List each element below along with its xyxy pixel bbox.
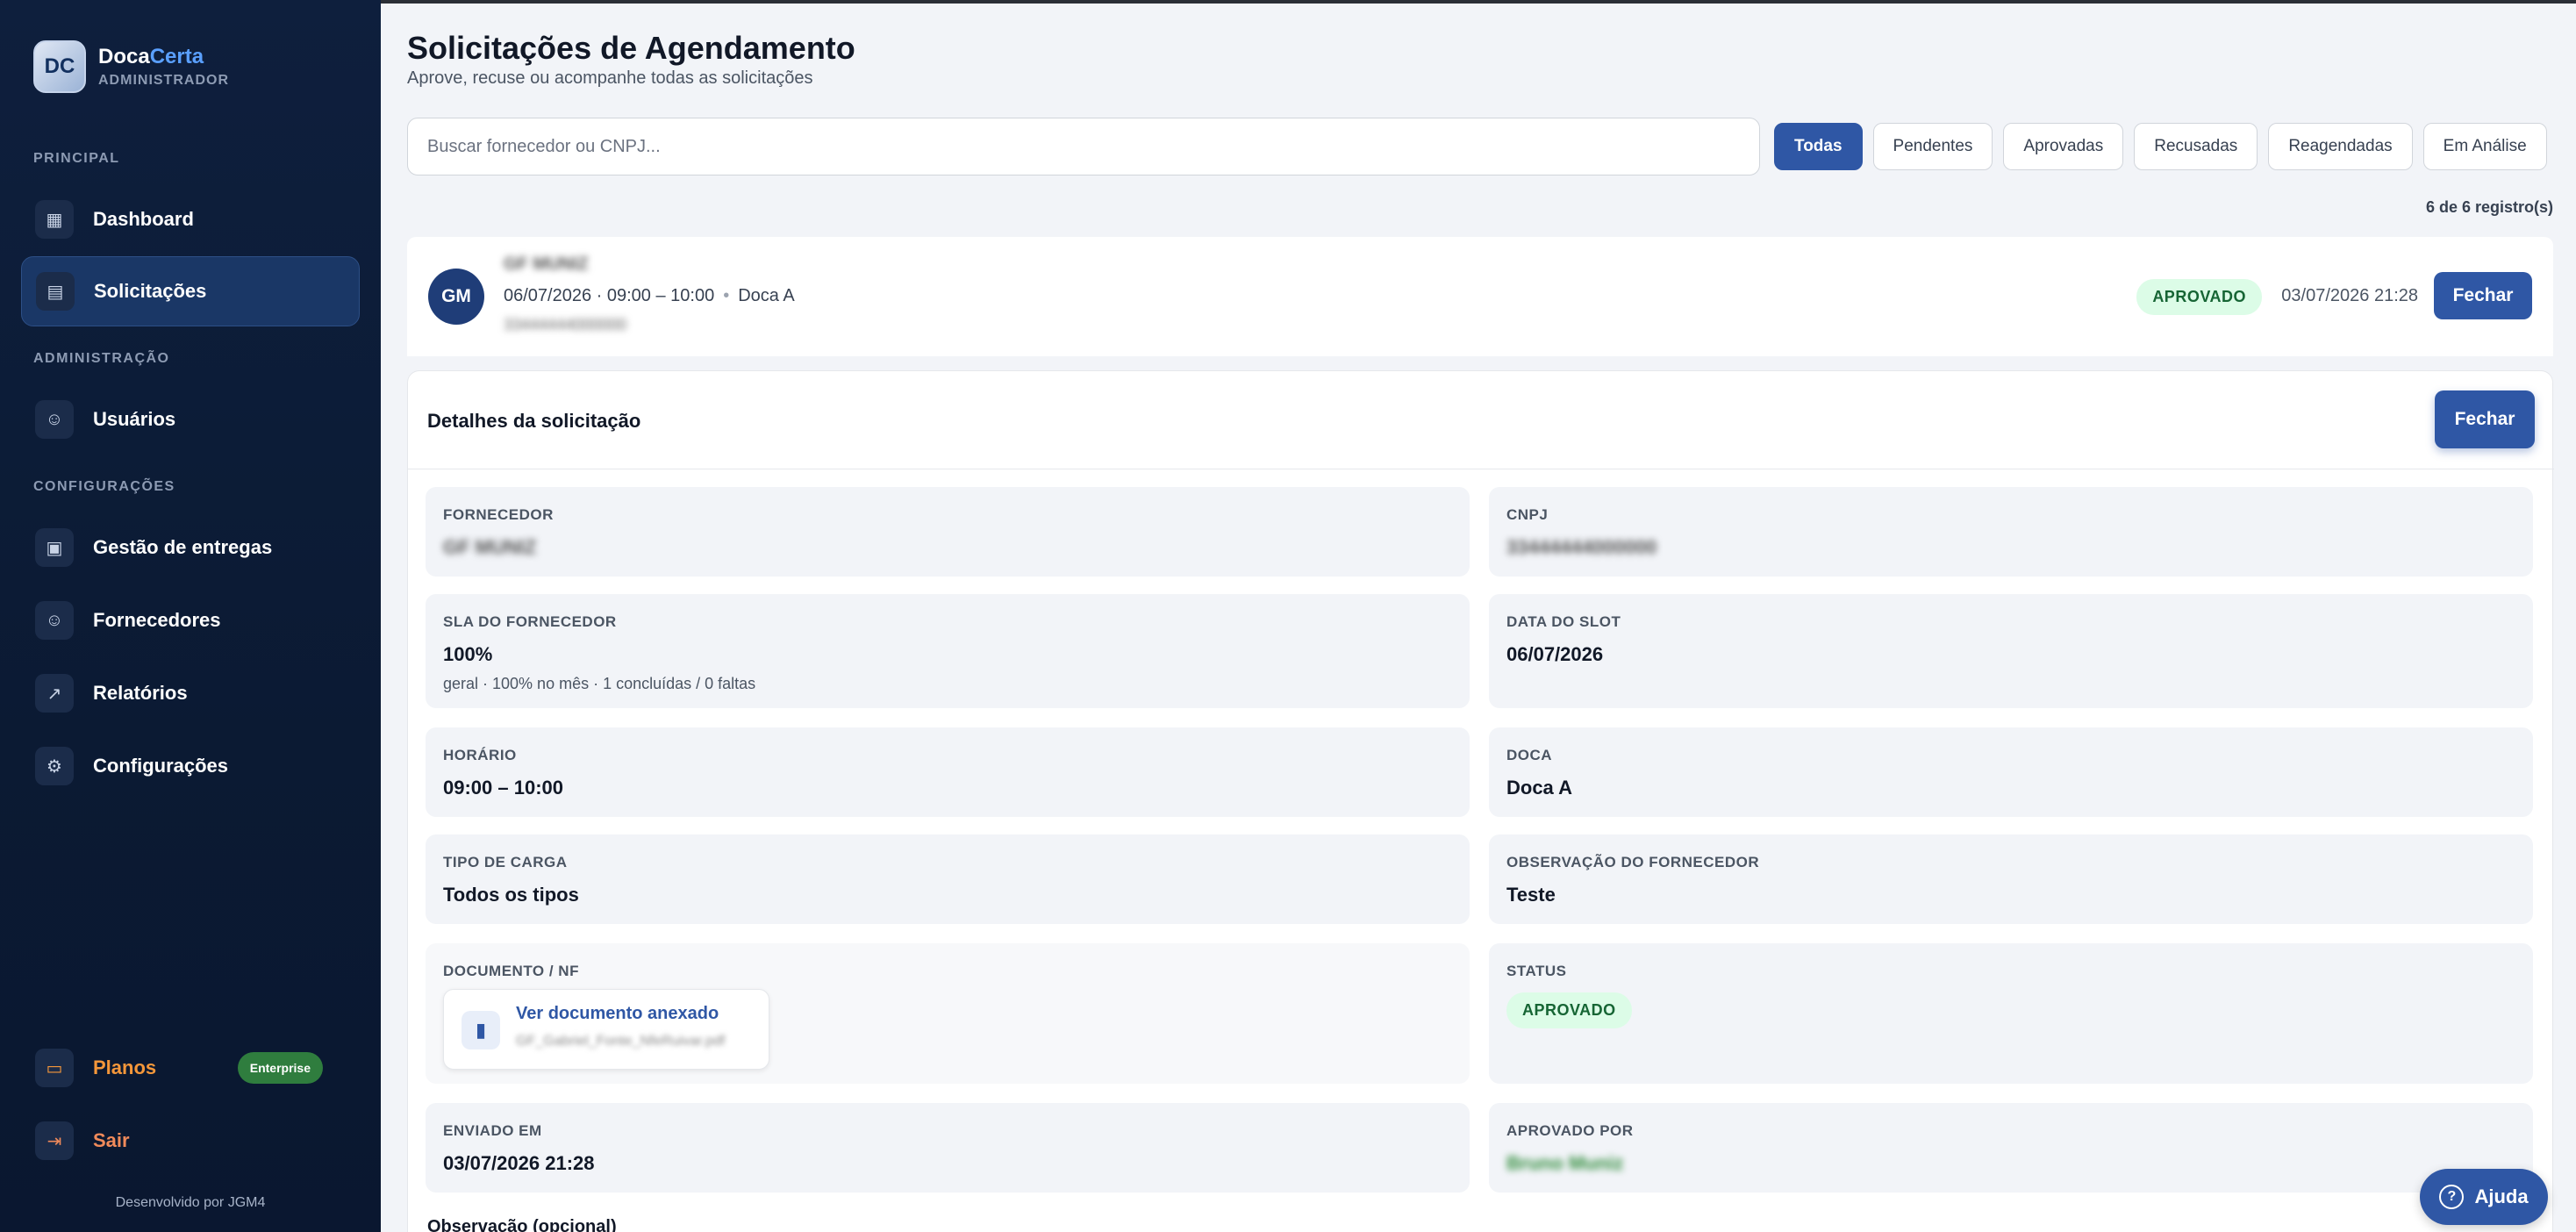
credit: Desenvolvido por JGM4 [115,1195,266,1210]
sidebar-item-sair[interactable]: ⇥ Sair [21,1106,360,1176]
sidebar-item-gestao-entregas[interactable]: ▣ Gestão de entregas [21,512,360,583]
field-fornecedor: FORNECEDOR GF MUNIZ [426,487,1470,577]
window-top-border [0,0,2576,4]
sidebar-item-planos[interactable]: ▭ Planos Enterprise [21,1033,360,1103]
request-card[interactable]: GM GF MUNIZ 06/07/2026 · 09:00 – 10:00 • D… [407,237,2553,356]
sidebar: DC DocaCerta ADMINISTRADOR PRINCIPAL ▦ D… [0,0,381,1232]
search-input[interactable] [407,118,1760,175]
observacao-value: Teste [1506,884,1556,906]
sidebar-item-dashboard[interactable]: ▦ Dashboard [21,184,360,254]
brand-role: ADMINISTRADOR [98,73,229,88]
file-icon: ▮ [462,1011,500,1049]
close-details-button[interactable]: Fechar [2435,390,2535,448]
doca-value: Doca A [1506,777,1572,799]
avatar: GM [428,269,484,325]
filter-recusadas[interactable]: Recusadas [2134,123,2258,170]
record-count: 6 de 6 registro(s) [2425,198,2553,216]
supplier-name: GF MUNIZ [504,254,589,274]
sidebar-item-usuarios[interactable]: ☺ Usuários [21,384,360,455]
aprovado-por-value: Bruno Muniz [1506,1152,1624,1174]
page-title: Solicitações de Agendamento [407,30,855,66]
section-administracao: ADMINISTRAÇÃO [33,351,170,366]
help-button[interactable]: ? Ajuda [2420,1169,2548,1225]
document-icon: ▤ [36,272,75,311]
filter-reagendadas[interactable]: Reagendadas [2268,123,2413,170]
details-panel: Detalhes da solicitação Fechar FORNECEDO… [407,370,2554,1232]
logout-icon: ⇥ [35,1121,74,1160]
plan-badge: Enterprise [237,1052,323,1084]
users-icon: ☺ [35,400,74,439]
close-request-button[interactable]: Fechar [2434,272,2532,319]
filter-aprovadas[interactable]: Aprovadas [2003,123,2124,170]
request-meta: 06/07/2026 · 09:00 – 10:00 • Doca A [504,286,795,306]
grid-icon: ▦ [35,200,74,239]
help-icon: ? [2439,1185,2465,1209]
sidebar-item-fornecedores[interactable]: ☺ Fornecedores [21,585,360,655]
calendar-icon: ▣ [35,528,74,567]
tipo-carga-value: Todos os tipos [443,884,579,906]
view-document-link[interactable]: Ver documento anexado [516,1004,719,1024]
field-documento: DOCUMENTO / NF ▮ Ver documento anexado G… [426,943,1470,1084]
gear-icon: ⚙ [35,747,74,785]
field-status: STATUS APROVADO [1489,943,2533,1084]
field-cnpj: CNPJ 33444444000000 [1489,487,2533,577]
details-title: Detalhes da solicitação [427,410,641,432]
chart-icon: ↗ [35,674,74,713]
credit-card-icon: ▭ [35,1049,74,1087]
supplier-cnpj: 33444444000000 [504,316,627,333]
request-dock: Doca A [738,286,795,305]
page-subtitle: Aprove, recuse ou acompanhe todas as sol… [407,68,813,88]
filter-em-analise[interactable]: Em Análise [2422,123,2547,170]
separator-dot: • [723,286,730,305]
field-aprovado-por: APROVADO POR Bruno Muniz [1489,1103,2533,1193]
status-badge: APROVADO [2136,279,2262,315]
sidebar-item-solicitacoes[interactable]: ▤ Solicitações [21,256,360,326]
data-slot-value: 06/07/2026 [1506,643,1604,665]
status-badge: APROVADO [1506,992,1632,1028]
details-header: Detalhes da solicitação Fechar [408,371,2554,469]
sla-details: geral · 100% no mês · 1 concluídas / 0 f… [443,675,756,692]
observacao-label: Observação (opcional) [427,1217,617,1232]
sidebar-item-relatorios[interactable]: ↗ Relatórios [21,658,360,728]
section-configuracoes: CONFIGURAÇÕES [33,479,175,494]
sidebar-item-configuracoes[interactable]: ⚙ Configurações [21,731,360,801]
field-horario: HORÁRIO 09:00 – 10:00 [426,727,1470,817]
fornecedor-value: GF MUNIZ [443,536,537,558]
section-principal: PRINCIPAL [33,151,120,166]
brand-name: DocaCerta [98,45,204,68]
request-slot: 06/07/2026 · 09:00 – 10:00 [504,286,715,305]
sla-value: 100% [443,643,493,665]
field-sla: SLA DO FORNECEDOR 100% geral · 100% no m… [426,594,1470,708]
horario-value: 09:00 – 10:00 [443,777,563,799]
field-observacao-fornecedor: OBSERVAÇÃO DO FORNECEDOR Teste [1489,834,2533,924]
filter-tabs: Todas Pendentes Aprovadas Recusadas Reag… [1774,123,2547,170]
field-data-slot: DATA DO SLOT 06/07/2026 [1489,594,2533,708]
brand: DC DocaCerta ADMINISTRADOR [33,40,229,93]
field-enviado-em: ENVIADO EM 03/07/2026 21:28 [426,1103,1470,1193]
filter-pendentes[interactable]: Pendentes [1872,123,1993,170]
field-tipo-carga: TIPO DE CARGA Todos os tipos [426,834,1470,924]
request-datetime: 03/07/2026 21:28 [2281,286,2418,305]
field-doca: DOCA Doca A [1489,727,2533,817]
enviado-em-value: 03/07/2026 21:28 [443,1152,595,1174]
cnpj-value: 33444444000000 [1506,536,1657,558]
filter-todas[interactable]: Todas [1774,123,1863,170]
logo: DC [33,40,86,93]
users-icon: ☺ [35,601,74,640]
document-filename: GF_Gabriel_Fonte_NfeRuivar.pdf [516,1034,726,1049]
document-card[interactable]: ▮ Ver documento anexado GF_Gabriel_Fonte… [443,989,769,1070]
